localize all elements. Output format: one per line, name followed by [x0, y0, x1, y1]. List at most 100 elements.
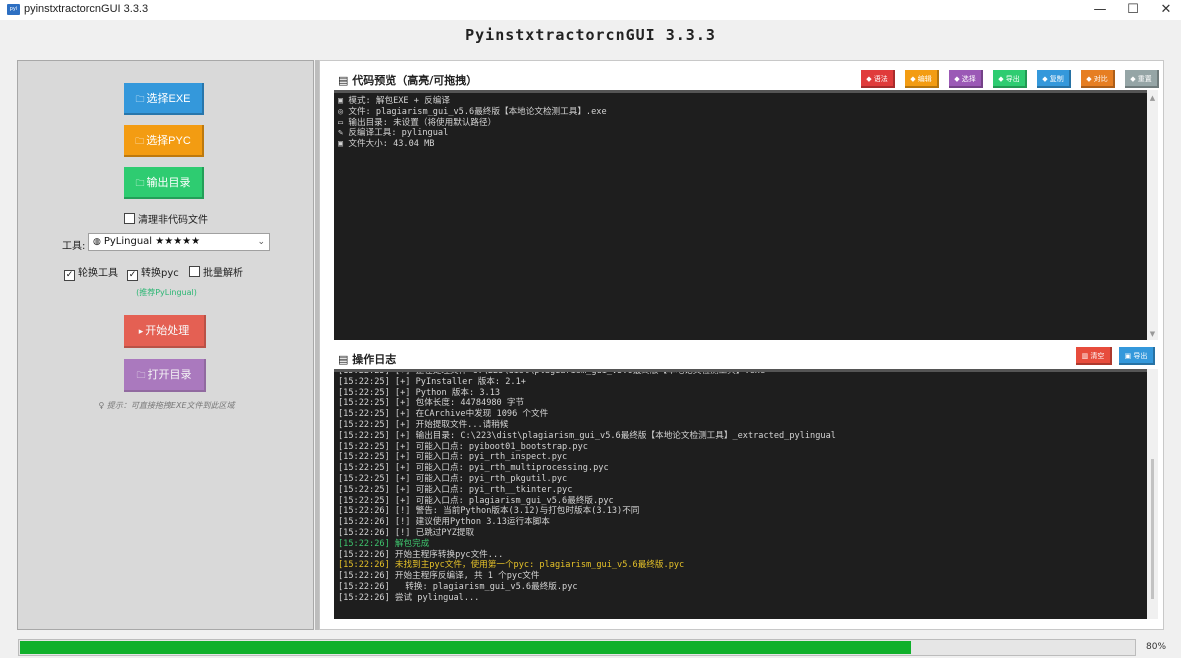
log-line: [15:22:25] [+] Python 版本: 3.13 [338, 387, 501, 398]
export-log-label: 导出 [1133, 352, 1148, 360]
scroll-down-icon[interactable]: ▼ [1147, 330, 1158, 338]
tool-icon: ◆ [1130, 75, 1138, 83]
log-title: ▤ 操作日志 [338, 351, 396, 367]
file-icon: 🗀 [135, 94, 145, 104]
close-button[interactable]: ✕ [1149, 0, 1181, 20]
preview-tool-button[interactable]: ◆ 重置 [1125, 70, 1159, 88]
preview-tool-label: 语法 [873, 75, 888, 83]
clean-noncode-label: 清理非代码文件 [138, 215, 208, 226]
preview-tool-button[interactable]: ◆ 编辑 [905, 70, 939, 88]
log-line: [15:22:25] [+] 可能入口点: pyi_rth_multiproce… [338, 463, 609, 474]
chevron-down-icon[interactable]: ⌄ [257, 234, 265, 250]
log-scroll-thumb[interactable] [1151, 459, 1154, 599]
preview-tool-button[interactable]: ◆ 选择 [949, 70, 983, 88]
log-line: [15:22:26] 转换: plagiarism_gui_v5.6最终版.py… [338, 581, 578, 592]
log-line: [15:22:26] 尝试 pylingual... [338, 592, 480, 603]
play-icon: ▸ [138, 326, 144, 336]
log-icon: ▤ [338, 353, 349, 366]
batch-parse-label: 批量解析 [203, 268, 243, 279]
window-titlebar: pyi pyinstxtractorcnGUI 3.3.3 — ☐ ✕ [0, 0, 1181, 20]
checkbox-checked[interactable]: ✓ [64, 270, 75, 281]
drag-hint-text: 提示：可直接拖拽EXE文件到此区域 [106, 401, 235, 410]
preview-tool-label: 选择 [961, 75, 976, 83]
minimize-button[interactable]: — [1083, 0, 1117, 20]
preview-tool-label: 对比 [1093, 75, 1108, 83]
log-line: [15:22:26] [!] 已跳过PYZ提取 [338, 527, 475, 538]
log-line: [15:22:26] [!] 建议使用Python 3.13运行本脚本 [338, 517, 550, 528]
preview-tool-label: 导出 [1005, 75, 1020, 83]
maximize-button[interactable]: ☐ [1116, 0, 1150, 20]
globe-icon: ◍ [93, 237, 101, 247]
log-line: [15:22:25] [+] 可能入口点: pyiboot01_bootstra… [338, 441, 588, 452]
checkbox-unchecked[interactable] [189, 266, 200, 277]
export-log-button[interactable]: ▣ 导出 [1119, 347, 1155, 365]
app-icon: pyi [7, 4, 20, 15]
log-line: [15:22:26] 解包完成 [338, 538, 430, 549]
tool-icon: ◆ [998, 75, 1006, 83]
progress-percent: 80% [1146, 642, 1167, 652]
batch-parse-checkbox[interactable]: 批量解析 [189, 264, 243, 279]
log-line: [15:22:26] 开始主程序反编译, 共 1 个pyc文件 [338, 571, 540, 582]
output-dir-button[interactable]: 🗀 输出目录 [124, 167, 204, 199]
preview-tool-button[interactable]: ◆ 导出 [993, 70, 1027, 88]
open-dir-button[interactable]: 🗀 打开目录 [124, 359, 206, 392]
clear-log-label: 清空 [1090, 352, 1105, 360]
preview-title: ▤ 代码预览（高亮/可拖拽） [338, 72, 477, 88]
log-line: [15:22:26] 未找到主pyc文件，使用第一个pyc: plagiaris… [338, 560, 685, 571]
start-process-label: 开始处理 [145, 325, 190, 337]
select-pyc-button[interactable]: 🗀 选择PYC [124, 125, 204, 157]
log-line: [15:22:25] [+] 可能入口点: pyi_rth__tkinter.p… [338, 484, 573, 495]
document-icon: ▤ [338, 74, 349, 87]
preview-tool-button[interactable]: ◆ 对比 [1081, 70, 1115, 88]
select-pyc-label: 选择PYC [146, 135, 191, 147]
preview-tool-label: 重置 [1137, 75, 1152, 83]
preview-tool-label: 复制 [1049, 75, 1064, 83]
log-line: [15:22:25] [+] 包体长度: 44784980 字节 [338, 398, 525, 409]
tool-icon: ◆ [1086, 75, 1094, 83]
tool-icon: ◆ [1042, 75, 1050, 83]
save-icon: ▣ [1124, 352, 1132, 360]
log-line: [15:22:25] [+] 开始提取文件...请稍候 [338, 419, 509, 430]
log-title-text: 操作日志 [352, 353, 397, 366]
convert-pyc-label: 转换pyc [141, 268, 179, 279]
tool-label: 工具: [62, 241, 86, 252]
tool-select[interactable]: ◍ PyLingual ★★★★★ ⌄ [88, 233, 270, 251]
clear-log-button[interactable]: ▥ 清空 [1076, 347, 1112, 365]
tool-select-value: PyLingual ★★★★★ [103, 236, 201, 247]
select-exe-label: 选择EXE [146, 93, 191, 105]
preview-line: ✎ 反编译工具: pylingual [338, 128, 449, 139]
log-line: [15:22:25] [+] 正在处理文件 C:\223\dist\plagia… [338, 369, 766, 376]
app-heading: PyinstxtractorcnGUI 3.3.3 [465, 26, 716, 44]
start-process-button[interactable]: ▸ 开始处理 [124, 315, 206, 348]
tool-icon: ◆ [954, 75, 962, 83]
convert-pyc-checkbox[interactable]: ✓ 转换pyc [127, 264, 179, 281]
progress-fill [20, 641, 911, 654]
output-dir-label: 输出目录 [146, 177, 191, 189]
preview-tool-button[interactable]: ◆ 语法 [861, 70, 895, 88]
log-output[interactable]: [15:22:25] [+] 正在处理文件 C:\223\dist\plagia… [334, 369, 1147, 619]
preview-tool-label: 编辑 [917, 75, 932, 83]
file-icon: 🗀 [135, 136, 145, 146]
preview-title-text: 代码预览（高亮/可拖拽） [352, 74, 478, 87]
log-line: [15:22:25] [+] 可能入口点: plagiarism_gui_v5.… [338, 495, 614, 506]
open-dir-label: 打开目录 [147, 369, 192, 381]
clean-noncode-checkbox[interactable]: 清理非代码文件 [124, 211, 208, 226]
rotate-tools-checkbox[interactable]: ✓ 轮换工具 [64, 264, 118, 281]
log-scrollbar[interactable] [1147, 369, 1158, 619]
log-line: [15:22:25] [+] 输出目录: C:\223\dist\plagiar… [338, 430, 836, 441]
preview-scrollbar[interactable]: ▲ ▼ [1147, 90, 1158, 340]
folder-icon: 🗀 [136, 370, 146, 380]
preview-line: ▣ 文件大小: 43.04 MB [338, 139, 435, 150]
checkbox-unchecked[interactable] [124, 213, 135, 224]
bulb-icon: ♀ [98, 401, 105, 410]
drag-hint: ♀ 提示：可直接拖拽EXE文件到此区域 [18, 400, 315, 411]
scroll-up-icon[interactable]: ▲ [1147, 94, 1158, 102]
preview-tool-button[interactable]: ◆ 复制 [1037, 70, 1071, 88]
code-preview[interactable]: ▣ 模式: 解包EXE + 反编译 ◎ 文件: plagiarism_gui_v… [334, 90, 1147, 340]
control-panel: 🗀 选择EXE 🗀 选择PYC 🗀 输出目录 清理非代码文件 ✓ 轮换工具 ✓ 转换pyc… [17, 60, 314, 630]
checkbox-checked[interactable]: ✓ [127, 270, 138, 281]
select-exe-button[interactable]: 🗀 选择EXE [124, 83, 204, 115]
recommend-note: (推荐PyLingual) [136, 288, 197, 297]
folder-icon: 🗀 [135, 178, 145, 188]
window-title: pyinstxtractorcnGUI 3.3.3 [24, 3, 149, 15]
